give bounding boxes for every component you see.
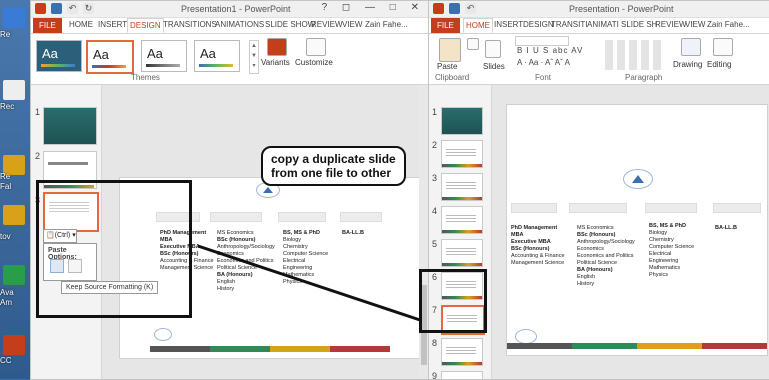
annotation-arrow [197, 244, 421, 322]
